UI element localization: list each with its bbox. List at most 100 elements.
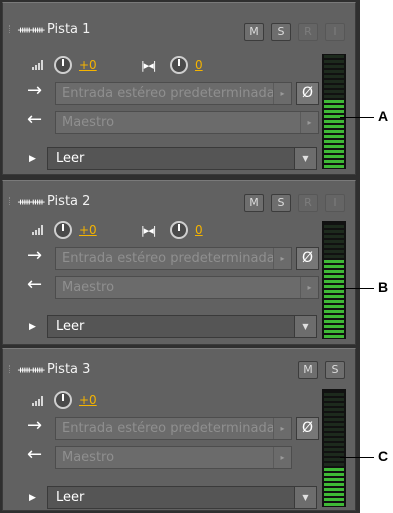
input-select[interactable]: Entrada estéreo predeterminada ▸ (55, 82, 292, 105)
phase-invert-button[interactable]: Ø (296, 82, 319, 105)
input-select-value: Entrada estéreo predeterminada (62, 251, 275, 266)
dropdown-arrow-icon: ▼ (294, 148, 316, 169)
meter-segment (324, 55, 344, 58)
meter-segment (324, 270, 344, 273)
phase-invert-button[interactable]: Ø (296, 247, 319, 270)
drag-grip[interactable] (9, 25, 12, 33)
meter-segment (324, 80, 344, 83)
track-name[interactable]: Pista 3 (47, 362, 90, 377)
dropdown-arrow-icon: ▸ (300, 112, 318, 133)
input-select-value: Entrada estéreo predeterminada (62, 86, 275, 101)
meter-segment (324, 230, 344, 233)
callout-c: C (378, 448, 389, 464)
track-name[interactable]: Pista 1 (47, 22, 90, 37)
input-select[interactable]: Entrada estéreo predeterminada ▸ (55, 247, 292, 270)
dropdown-arrow-icon: ▸ (273, 248, 291, 269)
volume-knob[interactable] (54, 391, 72, 409)
meter-segment (324, 320, 344, 323)
meter-segment (324, 160, 344, 163)
meter-segment (324, 240, 344, 243)
meter-segment (324, 315, 344, 318)
volume-knob[interactable] (54, 56, 72, 74)
output-select[interactable]: Maestro ▸ (55, 446, 292, 469)
solo-button[interactable]: S (325, 361, 345, 379)
record-arm-button[interactable]: R (298, 194, 318, 212)
meter-segment (324, 503, 344, 506)
meter-segment (324, 235, 344, 238)
meter-segment (324, 423, 344, 426)
meter-segment (324, 275, 344, 278)
automation-mode-select[interactable]: Leer ▼ (47, 315, 317, 338)
solo-button[interactable]: S (271, 194, 291, 212)
automation-mode-value: Leer (56, 319, 85, 334)
input-select-value: Entrada estéreo predeterminada (62, 421, 275, 436)
meter-segment (324, 463, 344, 466)
meter-segment (324, 140, 344, 143)
meter-segment (324, 250, 344, 253)
output-select-value: Maestro (62, 280, 115, 295)
dropdown-arrow-icon: ▸ (300, 277, 318, 298)
pan-knob[interactable] (170, 56, 188, 74)
meter-segment (324, 453, 344, 456)
output-select[interactable]: Maestro ▸ (55, 111, 319, 134)
meter-segment (324, 418, 344, 421)
drag-grip[interactable] (9, 365, 12, 373)
volume-value[interactable]: +0 (79, 58, 97, 72)
meter-segment (324, 295, 344, 298)
volume-icon (32, 225, 44, 235)
meter-segment (324, 448, 344, 451)
level-meter (322, 389, 346, 507)
meter-segment (324, 438, 344, 441)
meter-segment (324, 70, 344, 73)
callout-line-c (340, 457, 374, 458)
meter-segment (324, 125, 344, 128)
meter-segment (324, 413, 344, 416)
meter-segment (324, 335, 344, 338)
meter-segment (324, 255, 344, 258)
meter-segment (324, 165, 344, 168)
automation-mode-value: Leer (56, 490, 85, 505)
automation-mode-select[interactable]: Leer ▼ (47, 486, 317, 509)
automation-mode-value: Leer (56, 151, 85, 166)
meter-segment (324, 155, 344, 158)
output-select[interactable]: Maestro ▸ (55, 276, 319, 299)
track-name[interactable]: Pista 2 (47, 194, 90, 209)
waveform-icon: ᚔᚔ (18, 365, 44, 376)
volume-value[interactable]: +0 (79, 223, 97, 237)
drag-grip[interactable] (9, 197, 12, 205)
mute-button[interactable]: M (244, 23, 264, 41)
meter-segment (324, 90, 344, 93)
meter-segment (324, 443, 344, 446)
meter-segment (324, 225, 344, 228)
phase-invert-button[interactable]: Ø (296, 417, 319, 440)
input-arrow-icon: → (27, 415, 43, 436)
dropdown-arrow-icon: ▸ (273, 447, 291, 468)
meter-segment (324, 85, 344, 88)
meter-segment (324, 305, 344, 308)
input-monitor-button[interactable]: I (325, 23, 345, 41)
expand-triangle-icon[interactable]: ▶ (29, 322, 36, 332)
volume-value[interactable]: +0 (79, 393, 97, 407)
meter-segment (324, 265, 344, 268)
meter-segment (324, 120, 344, 123)
level-meter (322, 54, 346, 169)
mute-button[interactable]: M (298, 361, 318, 379)
expand-triangle-icon[interactable]: ▶ (29, 154, 36, 164)
pan-knob[interactable] (170, 221, 188, 239)
pan-value[interactable]: 0 (195, 58, 203, 72)
meter-segment (324, 280, 344, 283)
volume-icon (32, 396, 44, 406)
meter-segment (324, 325, 344, 328)
volume-knob[interactable] (54, 221, 72, 239)
input-select[interactable]: Entrada estéreo predeterminada ▸ (55, 417, 292, 440)
mute-button[interactable]: M (244, 194, 264, 212)
expand-triangle-icon[interactable]: ▶ (29, 493, 36, 503)
meter-segment (324, 398, 344, 401)
automation-mode-select[interactable]: Leer ▼ (47, 147, 317, 170)
solo-button[interactable]: S (271, 23, 291, 41)
record-arm-button[interactable]: R (298, 23, 318, 41)
meter-segment (324, 130, 344, 133)
waveform-icon: ᚔᚔ (18, 197, 44, 208)
input-monitor-button[interactable]: I (325, 194, 345, 212)
pan-value[interactable]: 0 (195, 223, 203, 237)
